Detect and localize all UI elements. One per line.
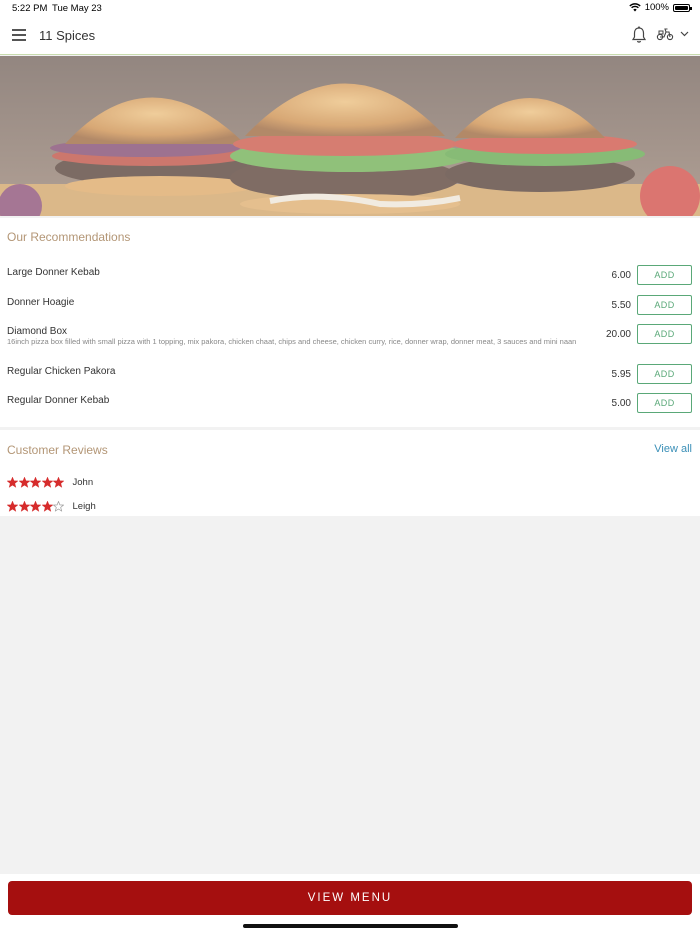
status-bar: 5:22 PM Tue May 23 100% (0, 0, 700, 16)
item-name: Diamond Box (7, 326, 68, 337)
status-date: Tue May 23 (52, 3, 102, 14)
view-menu-button[interactable]: VIEW MENU (8, 881, 692, 915)
star-filled-icon (18, 500, 30, 512)
item-price: 20.00 (605, 329, 631, 340)
add-button[interactable]: ADD (637, 295, 692, 315)
item-price: 5.50 (611, 300, 631, 311)
home-indicator (243, 924, 458, 928)
bottom-bar: VIEW MENU (0, 874, 700, 934)
chevron-down-icon[interactable] (680, 31, 689, 37)
star-empty-icon (53, 500, 64, 512)
wifi-icon (628, 3, 641, 12)
add-button[interactable]: ADD (637, 324, 692, 344)
star-filled-icon (41, 476, 53, 488)
item-description: 16inch pizza box filled with small pizza… (7, 337, 577, 346)
recommendations-title: Our Recommendations (7, 230, 131, 244)
review-row: John (7, 475, 93, 489)
app-header: 11 Spices (0, 16, 700, 55)
reviews-section: Customer Reviews View all John Leigh (0, 430, 700, 516)
star-filled-icon (7, 500, 18, 512)
item-price: 5.95 (611, 369, 631, 380)
reviewer-name: John (72, 476, 94, 488)
reviews-title: Customer Reviews (7, 443, 108, 457)
page-title: 11 Spices (39, 28, 96, 43)
star-filled-icon (53, 476, 64, 488)
view-all-link[interactable]: View all (654, 443, 692, 455)
bell-icon[interactable] (631, 26, 647, 44)
item-name: Regular Donner Kebab (7, 395, 110, 406)
star-filled-icon (18, 476, 30, 488)
item-name: Regular Chicken Pakora (7, 366, 116, 377)
battery-icon (673, 3, 692, 12)
hamburger-menu-icon[interactable] (12, 29, 26, 41)
star-filled-icon (7, 476, 18, 488)
hero-banner-image (0, 56, 700, 216)
scooter-icon[interactable] (656, 27, 674, 41)
reviewer-name: Leigh (72, 500, 96, 512)
status-right: 100% (628, 2, 692, 13)
star-filled-icon (30, 476, 41, 488)
star-filled-icon (30, 500, 41, 512)
item-name: Donner Hoagie (7, 297, 75, 308)
star-rating (7, 476, 65, 488)
item-price: 6.00 (611, 270, 631, 281)
status-time: 5:22 PM (12, 3, 48, 14)
item-name: Large Donner Kebab (7, 267, 100, 278)
item-price: 5.00 (611, 398, 631, 409)
add-button[interactable]: ADD (637, 364, 692, 384)
star-filled-icon (41, 500, 53, 512)
add-button[interactable]: ADD (637, 265, 692, 285)
star-rating (7, 500, 65, 512)
recommendations-section: Our Recommendations Large Donner Kebab 6… (0, 218, 700, 427)
add-button[interactable]: ADD (637, 393, 692, 413)
review-row: Leigh (7, 499, 96, 513)
battery-percent: 100% (644, 2, 669, 13)
